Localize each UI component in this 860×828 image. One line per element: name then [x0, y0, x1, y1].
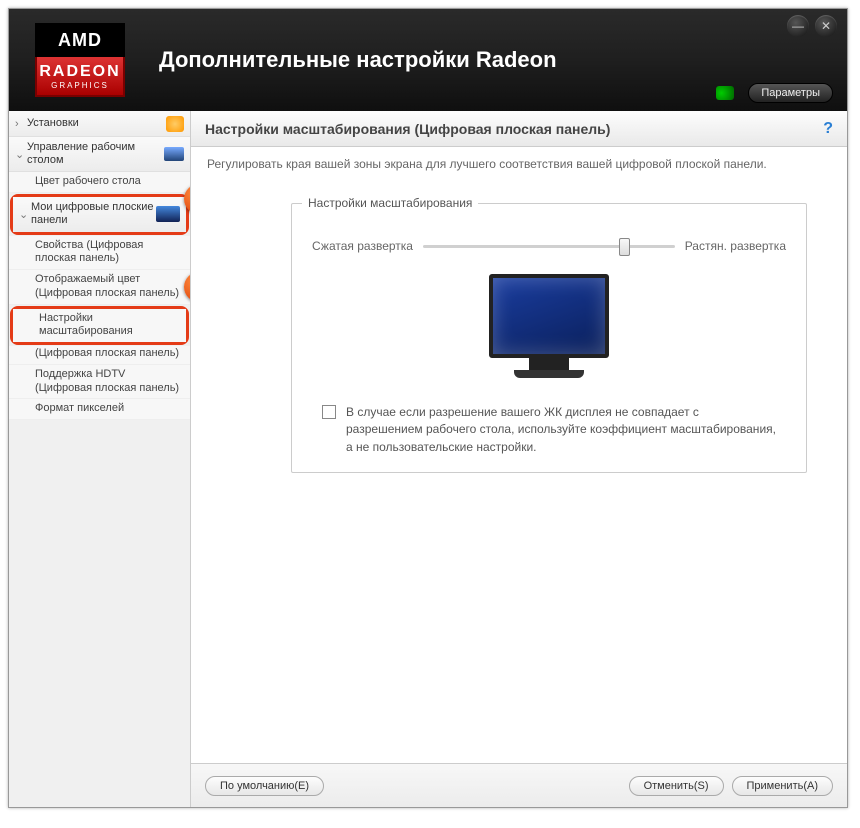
- default-button[interactable]: По умолчанию(E): [205, 776, 324, 796]
- group-title: Настройки масштабирования: [302, 196, 478, 210]
- sidebar-sub-desktop-color[interactable]: Цвет рабочего стола: [9, 172, 190, 193]
- sidebar-sub-hdtv[interactable]: Поддержка HDTV (Цифровая плоская панель): [9, 365, 190, 400]
- chevron-right-icon: ›: [15, 118, 27, 130]
- sidebar: › Установки ⌄ Управление рабочим столом …: [9, 111, 191, 807]
- cancel-button[interactable]: Отменить(S): [629, 776, 724, 796]
- footer: По умолчанию(E) Отменить(S) Применить(A): [191, 763, 847, 807]
- minimize-button[interactable]: —: [787, 15, 809, 37]
- monitor-icon: [156, 206, 180, 222]
- content-title: Настройки масштабирования (Цифровая плос…: [205, 121, 610, 137]
- amd-logo: AMD RADEON GRAPHICS: [25, 19, 135, 101]
- desktop-icon: [164, 147, 184, 161]
- sidebar-item-panels[interactable]: ⌄ Мои цифровые плоские панели: [13, 197, 186, 231]
- chevron-down-icon: ⌄: [19, 208, 31, 221]
- settings-panel: Настройки масштабирования Сжатая разверт…: [291, 189, 807, 473]
- monitor-preview: [484, 274, 614, 384]
- help-icon[interactable]: ?: [823, 120, 833, 138]
- sidebar-sub-scaling-extra: (Цифровая плоская панель): [9, 346, 190, 365]
- checkbox-row: В случае если разрешение вашего ЖК диспл…: [300, 398, 798, 460]
- slider-track: [423, 245, 675, 248]
- window-title: Дополнительные настройки Radeon: [159, 47, 847, 73]
- titlebar: AMD RADEON GRAPHICS Дополнительные настр…: [9, 9, 847, 111]
- sidebar-item-desktop[interactable]: ⌄ Управление рабочим столом: [9, 137, 190, 172]
- sidebar-sub-properties[interactable]: Свойства (Цифровая плоская панель): [9, 236, 190, 271]
- body: › Установки ⌄ Управление рабочим столом …: [9, 111, 847, 807]
- slider-thumb[interactable]: [619, 238, 630, 256]
- sidebar-item-install[interactable]: › Установки: [9, 111, 190, 137]
- install-icon: [166, 116, 184, 132]
- amd-logo-top: AMD: [35, 23, 125, 57]
- header-right: Параметры: [716, 83, 833, 103]
- parameters-button[interactable]: Параметры: [748, 83, 833, 103]
- sync-icon[interactable]: [716, 86, 734, 100]
- content-description: Регулировать края вашей зоны экрана для …: [191, 147, 847, 181]
- scaling-slider[interactable]: [423, 238, 675, 254]
- sidebar-sub-display-color[interactable]: Отображаемый цвет (Цифровая плоская пане…: [9, 270, 190, 305]
- highlight-2: Настройки масштабирования: [10, 306, 189, 346]
- checkbox-label: В случае если разрешение вашего ЖК диспл…: [346, 404, 776, 456]
- scaling-group: Настройки масштабирования Сжатая разверт…: [291, 203, 807, 473]
- slider-label-left: Сжатая развертка: [312, 239, 413, 253]
- content-pane: Настройки масштабирования (Цифровая плос…: [191, 111, 847, 807]
- slider-label-right: Растян. развертка: [685, 239, 786, 253]
- use-scaling-checkbox[interactable]: [322, 405, 336, 419]
- apply-button[interactable]: Применить(A): [732, 776, 834, 796]
- slider-row: Сжатая развертка Растян. развертка: [300, 230, 798, 270]
- app-window: AMD RADEON GRAPHICS Дополнительные настр…: [8, 8, 848, 808]
- monitor-screen-icon: [489, 274, 609, 358]
- sidebar-sub-scaling[interactable]: Настройки масштабирования: [13, 309, 186, 343]
- chevron-down-icon: ⌄: [15, 148, 27, 161]
- amd-logo-bottom: RADEON GRAPHICS: [35, 57, 125, 97]
- content-header: Настройки масштабирования (Цифровая плос…: [191, 111, 847, 147]
- close-button[interactable]: ✕: [815, 15, 837, 37]
- window-controls: — ✕: [787, 15, 837, 37]
- sidebar-sub-pixel-format[interactable]: Формат пикселей: [9, 399, 190, 420]
- highlight-1: ⌄ Мои цифровые плоские панели: [10, 194, 189, 234]
